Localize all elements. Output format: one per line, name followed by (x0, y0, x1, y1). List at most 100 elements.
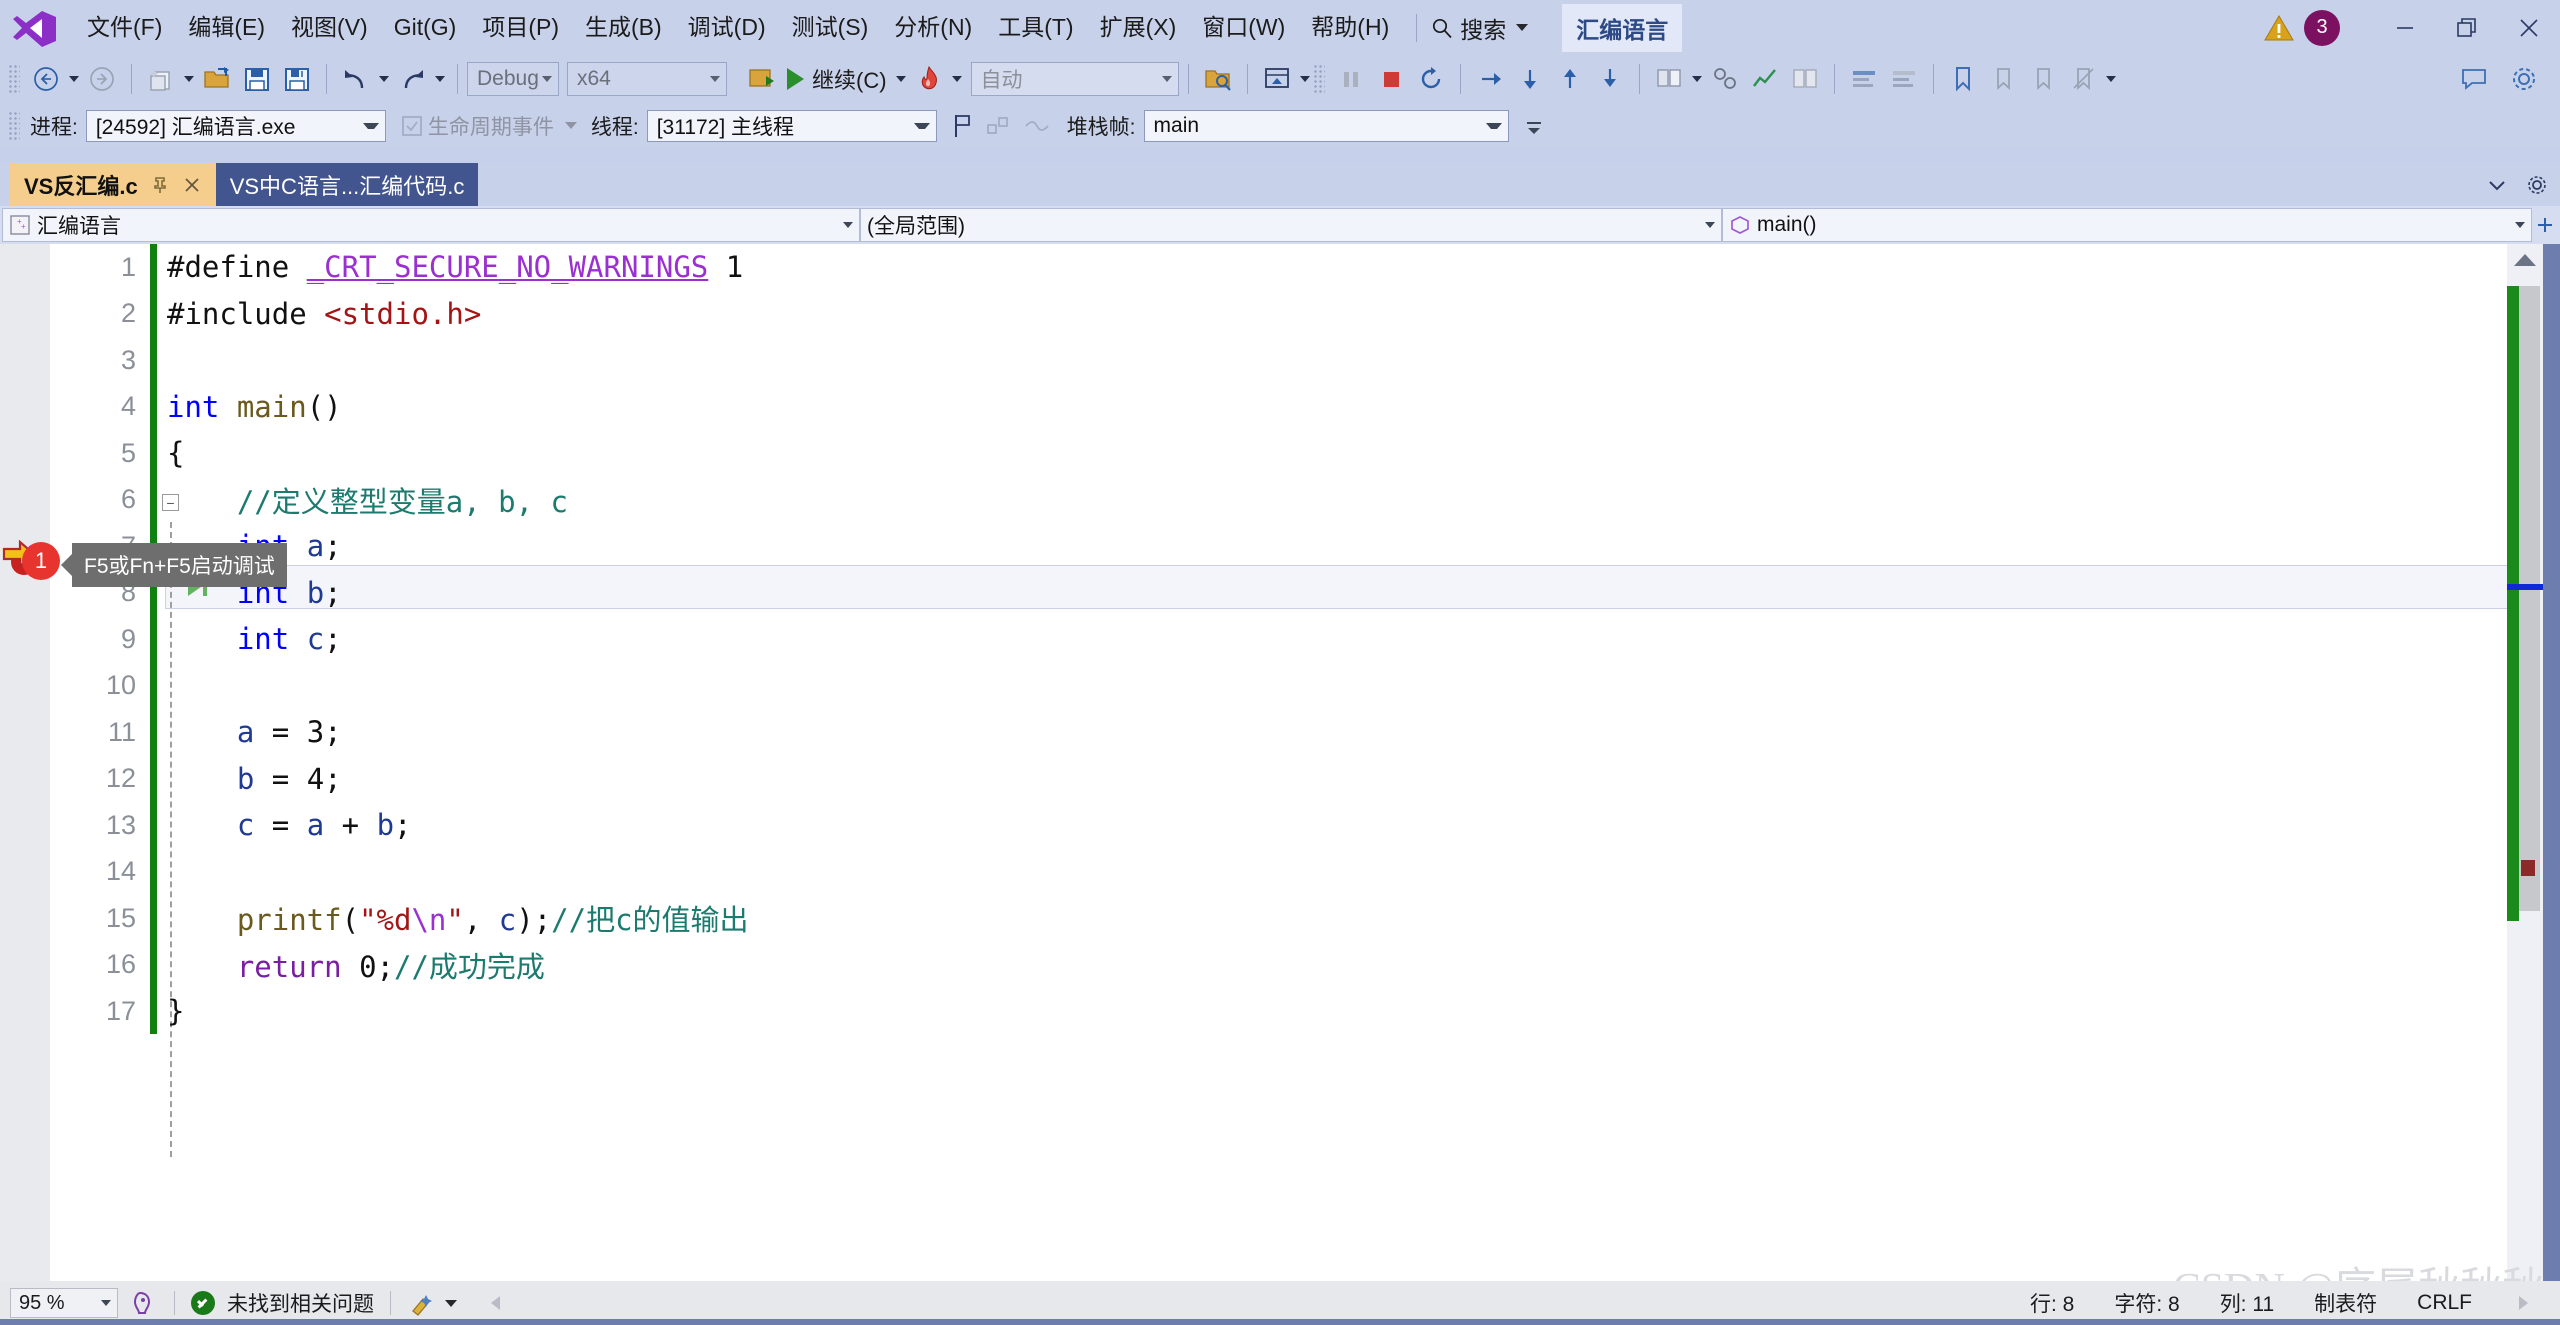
debugbar-grip[interactable] (8, 110, 20, 141)
code-line[interactable]: 1 #define _CRT_SECURE_NO_WARNINGS 1 (50, 244, 2560, 291)
minimize-button[interactable] (2374, 0, 2436, 55)
step-dropdown[interactable] (1297, 59, 1313, 99)
tab-list-chevron-icon[interactable] (2486, 174, 2508, 196)
stackframe-combo[interactable]: main (1143, 109, 1509, 142)
status-prev-icon[interactable] (485, 1290, 507, 1316)
uncomment-selection-button[interactable] (1884, 59, 1924, 99)
menu-item-window[interactable]: 窗口(W) (1189, 8, 1298, 48)
notification-badge[interactable]: 3 (2304, 9, 2340, 46)
lifecycle-events-label[interactable]: 生命周期事件 (428, 111, 554, 141)
step-into-button[interactable] (1257, 59, 1297, 99)
threads-link-icon[interactable] (1023, 115, 1051, 137)
flag-icon[interactable] (951, 113, 975, 139)
code-line[interactable]: 4 int main() (50, 384, 2560, 431)
close-tab-icon[interactable] (182, 175, 202, 195)
status-next-icon[interactable] (2512, 1290, 2534, 1316)
code-line[interactable]: 10 (50, 663, 2560, 710)
prev-bookmark-button[interactable] (1983, 59, 2023, 99)
new-item-button[interactable] (141, 59, 181, 99)
start-debug-target-button[interactable] (741, 59, 781, 99)
break-all-button[interactable] (1331, 59, 1371, 99)
hot-reload-button[interactable] (909, 59, 949, 99)
close-button[interactable] (2498, 0, 2560, 55)
menu-item-help[interactable]: 帮助(H) (1298, 8, 1402, 48)
redo-button[interactable] (392, 59, 432, 99)
open-file-button[interactable] (197, 59, 237, 99)
comment-selection-button[interactable] (1844, 59, 1884, 99)
scope-selector-combo[interactable]: (全局范围) (860, 208, 1722, 242)
solution-name-chip[interactable]: 汇编语言 (1562, 3, 1683, 52)
code-line[interactable]: 15 printf("%d\n", c);//把c的值输出 (50, 895, 2560, 942)
code-line[interactable]: 12 b = 4; (50, 756, 2560, 803)
zoom-level-combo[interactable]: 95 % (10, 1288, 118, 1318)
tab-vs-c-assembly-code[interactable]: VS中C语言...汇编代码.c (215, 163, 479, 206)
code-line[interactable]: 14 (50, 849, 2560, 896)
eol-indicator[interactable]: CRLF (2417, 1291, 2472, 1315)
member-selector-combo[interactable]: main() (1722, 208, 2532, 242)
windows-layout-button[interactable] (1649, 59, 1689, 99)
step-out-button[interactable] (1550, 59, 1590, 99)
attach-to-process-button[interactable] (1198, 59, 1238, 99)
redo-dropdown[interactable] (432, 59, 448, 99)
split-editor-button[interactable] (2532, 215, 2558, 235)
code-line[interactable]: 9 int c; (50, 616, 2560, 663)
save-button[interactable] (237, 59, 277, 99)
tab-mode-indicator[interactable]: 制表符 (2314, 1288, 2377, 1318)
code-line[interactable]: 3 (50, 337, 2560, 384)
solution-configuration-combo[interactable]: Debug (467, 62, 559, 96)
toggle-bookmark-button[interactable] (1943, 59, 1983, 99)
bookmarks-dropdown[interactable] (2103, 59, 2119, 99)
warning-icon[interactable] (2264, 14, 2294, 42)
settings-button[interactable] (2504, 59, 2544, 99)
code-line[interactable]: 8 int b; (50, 570, 2560, 617)
intellicode-icon[interactable] (130, 1289, 158, 1317)
menu-item-git[interactable]: Git(G) (381, 8, 470, 48)
thread-marker-button[interactable] (1705, 59, 1745, 99)
tab-settings-icon[interactable] (2526, 174, 2548, 196)
code-line[interactable]: 6 //定义整型变量a, b, c (50, 477, 2560, 524)
code-lines-container[interactable]: − 1 #define _CRT_SECURE_NO_WARNINGS 1 2 #in… (50, 244, 2560, 1281)
menu-item-test[interactable]: 测试(S) (779, 8, 882, 48)
feedback-button[interactable] (2454, 59, 2494, 99)
menu-item-build[interactable]: 生成(B) (572, 8, 675, 48)
undo-button[interactable] (336, 59, 376, 99)
code-line[interactable]: 5{ (50, 430, 2560, 477)
navigate-back-dropdown[interactable] (66, 59, 82, 99)
stop-debugging-button[interactable] (1371, 59, 1411, 99)
code-line[interactable]: 11 a = 3; (50, 709, 2560, 756)
scroll-up-arrow-icon[interactable] (2514, 254, 2536, 266)
restore-button[interactable] (2436, 0, 2498, 55)
show-next-statement-button[interactable] (1470, 59, 1510, 99)
code-cleanup-icon[interactable] (407, 1289, 437, 1317)
code-line[interactable]: 2 #include <stdio.h> (50, 291, 2560, 338)
process-combo[interactable]: [24592] 汇编语言.exe (85, 109, 386, 142)
menu-item-tools[interactable]: 工具(T) (985, 8, 1086, 48)
menu-item-file[interactable]: 文件(F) (74, 8, 175, 48)
glyph-margin[interactable] (0, 244, 50, 1281)
toolbar-overflow-icon[interactable] (1523, 114, 1545, 138)
toolbar-grip[interactable] (8, 64, 20, 94)
project-selector-combo[interactable]: + + 汇编语言 (2, 208, 860, 242)
restart-button[interactable] (1411, 59, 1451, 99)
navigate-forward-button[interactable] (82, 59, 122, 99)
performance-profiler-button[interactable] (1745, 59, 1785, 99)
search-box[interactable]: 搜索 (1431, 11, 1529, 45)
code-line[interactable]: 16 return 0;//成功完成 (50, 942, 2560, 989)
parallel-stacks-icon[interactable] (985, 113, 1011, 139)
code-line[interactable]: 13 c = a + b; (50, 802, 2560, 849)
diagnostic-tools-button[interactable] (1785, 59, 1825, 99)
solution-platform-combo[interactable]: x64 (567, 62, 727, 96)
undo-dropdown[interactable] (376, 59, 392, 99)
step-into-2-button[interactable] (1590, 59, 1630, 99)
code-editor[interactable]: − 1 #define _CRT_SECURE_NO_WARNINGS 1 2 #in… (0, 244, 2560, 1281)
lifecycle-chevron-icon[interactable] (564, 122, 577, 129)
pin-icon[interactable] (150, 175, 170, 195)
windows-layout-dropdown[interactable] (1689, 59, 1705, 99)
menu-item-edit[interactable]: 编辑(E) (175, 8, 278, 48)
continue-button[interactable]: 继续(C) (781, 59, 893, 99)
tab-vs-disassembly[interactable]: VS反汇编.c (10, 163, 216, 206)
process-selector-combo[interactable]: 自动 (970, 62, 1179, 96)
save-all-button[interactable] (277, 59, 317, 99)
hot-reload-dropdown[interactable] (949, 59, 965, 99)
menu-item-debug[interactable]: 调试(D) (675, 8, 779, 48)
